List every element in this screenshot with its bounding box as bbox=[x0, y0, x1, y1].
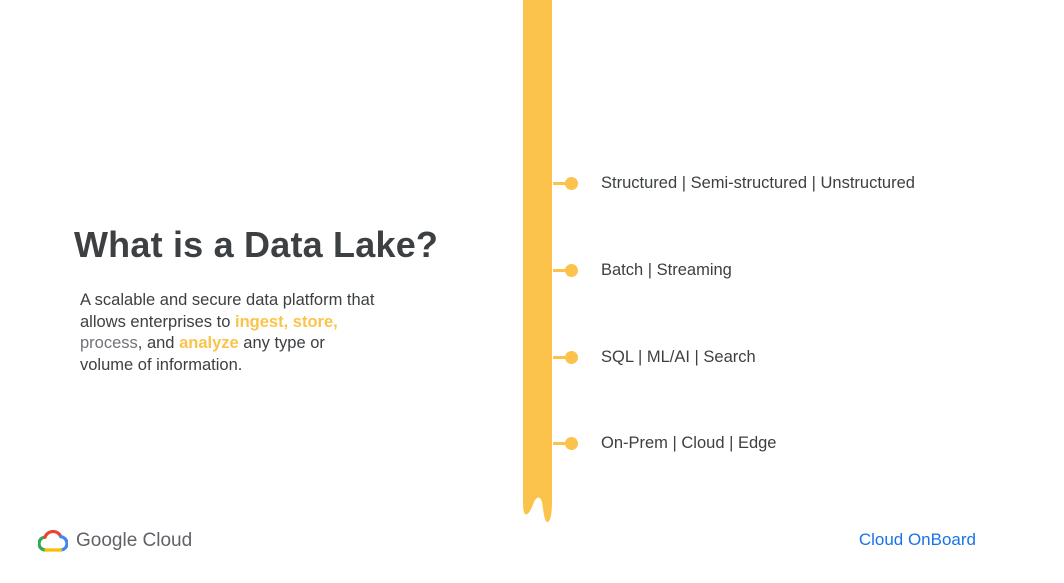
timeline-label: Structured | Semi-structured | Unstructu… bbox=[601, 174, 915, 192]
description-and: , and bbox=[137, 334, 180, 352]
timeline-dot-icon bbox=[565, 437, 578, 450]
keyword-ingest: ingest, bbox=[235, 312, 289, 331]
slide-description: A scalable and secure data platform that… bbox=[80, 290, 380, 376]
keyword-analyze: analyze bbox=[179, 334, 239, 352]
logo-wordmark: Google Cloud bbox=[76, 530, 193, 551]
timeline-label: Batch | Streaming bbox=[601, 261, 732, 279]
keyword-process: process bbox=[80, 334, 138, 352]
cloud-onboard-brand: Cloud OnBoard bbox=[858, 530, 976, 549]
timeline-label: SQL | ML/AI | Search bbox=[601, 348, 756, 366]
river-graphic bbox=[523, 0, 552, 523]
timeline-dot-icon bbox=[565, 351, 578, 364]
slide: What is a Data Lake? A scalable and secu… bbox=[0, 0, 1064, 583]
slide-title: What is a Data Lake? bbox=[74, 224, 439, 265]
keyword-store: store, bbox=[292, 312, 338, 331]
timeline-dot-icon bbox=[565, 264, 578, 277]
google-cloud-logo: Google Cloud bbox=[38, 527, 192, 555]
timeline-label: On-Prem | Cloud | Edge bbox=[601, 434, 777, 452]
river-shape bbox=[523, 0, 552, 523]
google-cloud-logo-icon bbox=[38, 530, 68, 552]
timeline-dot-icon bbox=[565, 177, 578, 190]
